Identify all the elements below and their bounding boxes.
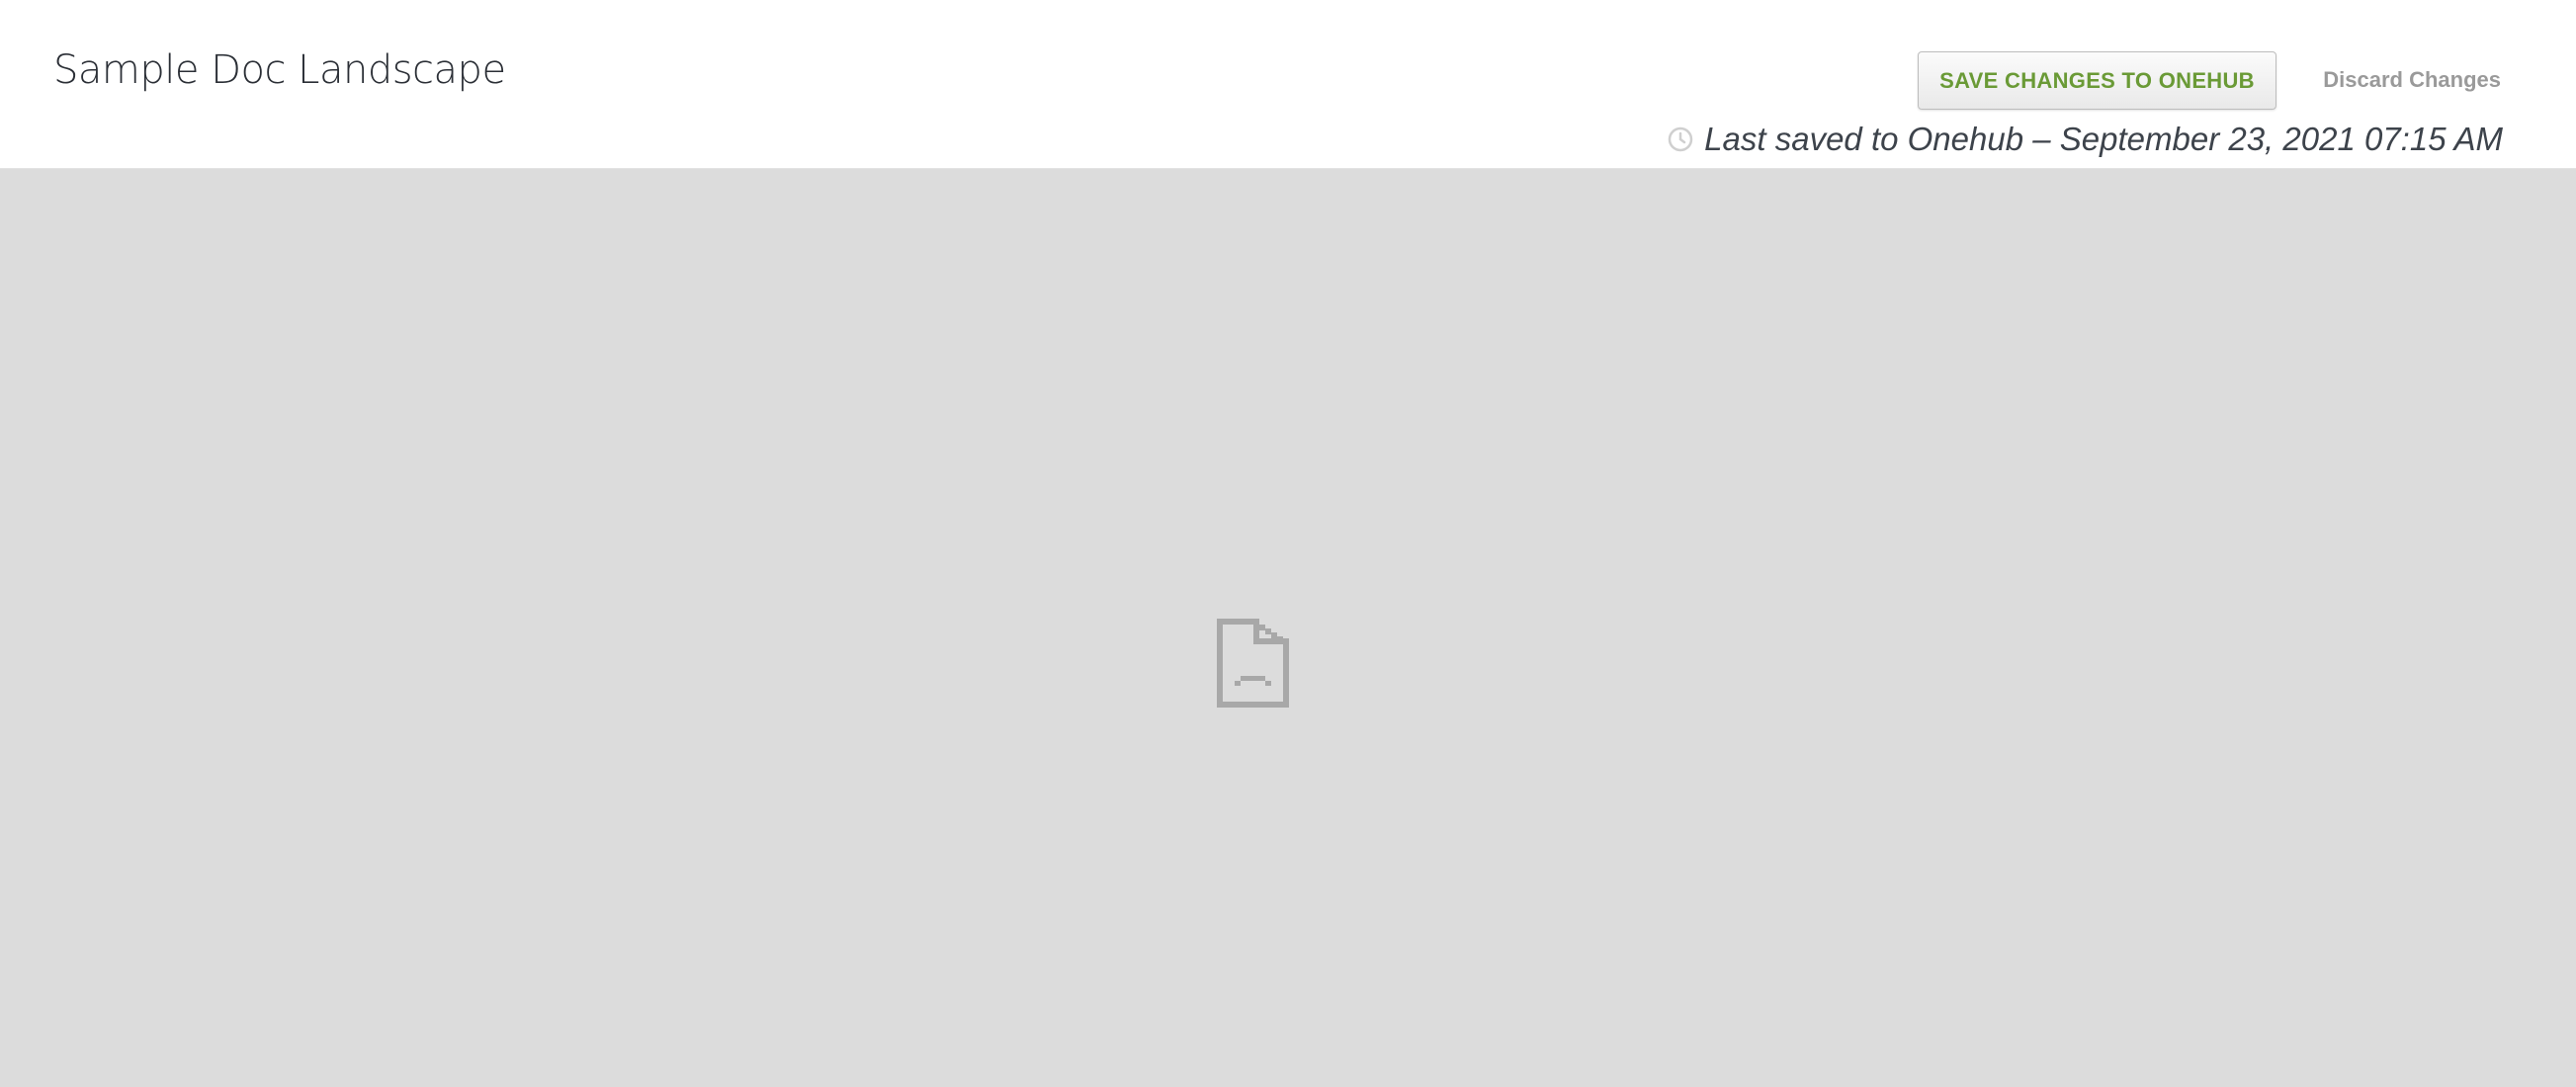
discard-changes-link[interactable]: Discard Changes — [2323, 67, 2501, 93]
document-title: Sample Doc Landscape — [53, 47, 506, 93]
clock-icon — [1667, 125, 1694, 153]
save-changes-button[interactable]: SAVE CHANGES TO ONEHUB — [1918, 51, 2276, 110]
header-bar: Sample Doc Landscape SAVE CHANGES TO ONE… — [0, 0, 2576, 169]
last-saved-status: Last saved to Onehub – September 23, 202… — [1667, 121, 2503, 158]
broken-document-icon — [1217, 619, 1289, 708]
last-saved-text: Last saved to Onehub – September 23, 202… — [1704, 121, 2503, 157]
